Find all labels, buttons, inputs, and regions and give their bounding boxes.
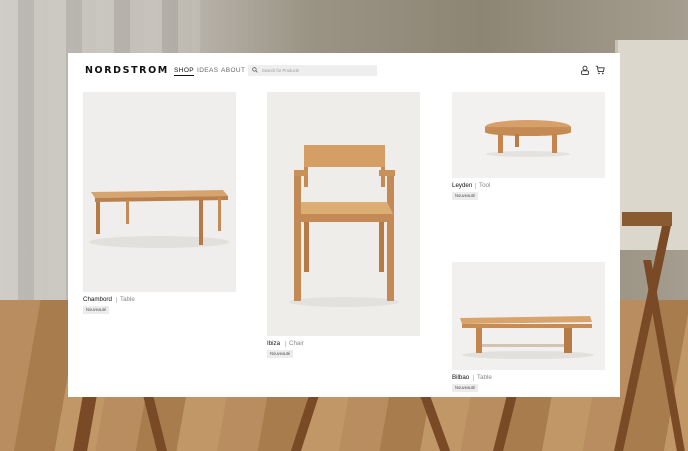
divider [285, 341, 286, 347]
product-type: Chair [289, 340, 304, 347]
search-bar[interactable] [248, 65, 377, 76]
brand-logo[interactable]: NORDSTROM [85, 65, 169, 76]
product-listing-panel: NORDSTROM SHOP IDEAS ABOUT Search for Pr… [68, 53, 620, 397]
background-chair-seat [622, 212, 672, 226]
product-type: Tool [479, 182, 491, 189]
product-image[interactable] [83, 92, 236, 292]
top-navigation: NORDSTROM SHOP IDEAS ABOUT [68, 53, 620, 89]
divider [473, 375, 474, 381]
search-icon [252, 67, 258, 73]
divider [475, 183, 476, 189]
new-badge: Nouveauté [452, 192, 479, 200]
low-table-image [460, 316, 594, 359]
nav-shop[interactable]: SHOP [174, 67, 195, 76]
coffee-table-image [485, 120, 571, 157]
new-badge: Nouveauté [452, 384, 479, 392]
product-name[interactable]: Ibiza [267, 340, 280, 347]
product-name[interactable]: Chambord [83, 296, 112, 303]
new-badge: Nouveauté [83, 306, 110, 314]
product-name[interactable]: Bilbao [452, 374, 469, 381]
product-type: Table [477, 374, 492, 381]
divider [116, 297, 117, 303]
new-badge: Nouveauté [267, 350, 294, 358]
search-input[interactable] [262, 66, 372, 75]
product-image[interactable] [452, 262, 605, 370]
nav-ideas[interactable]: IDEAS [197, 67, 219, 74]
product-type: Table [120, 296, 135, 303]
nav-about[interactable]: ABOUT [221, 67, 245, 74]
chair-image [289, 145, 399, 307]
table-image [89, 190, 229, 248]
user-icon[interactable] [580, 65, 590, 75]
product-image[interactable] [452, 92, 605, 178]
product-name[interactable]: Leyden [452, 182, 472, 189]
product-image[interactable] [267, 92, 420, 336]
cart-icon[interactable] [595, 65, 605, 75]
